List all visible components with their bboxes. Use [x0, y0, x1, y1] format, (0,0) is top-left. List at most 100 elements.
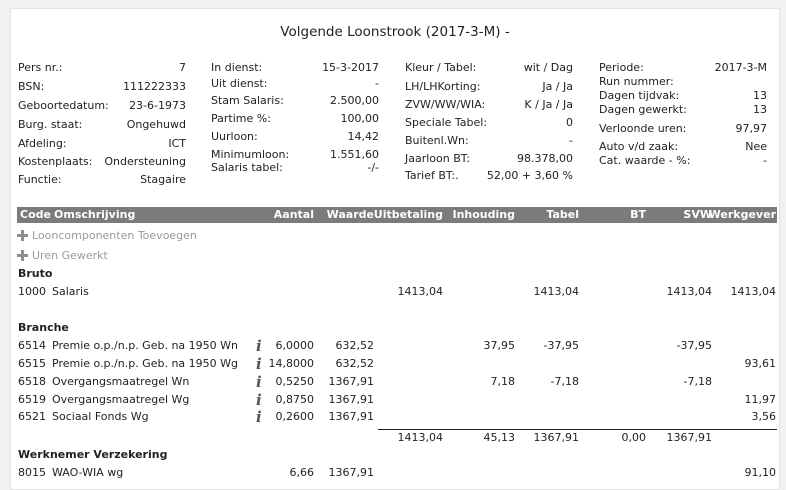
info-row: ZVW/WW/WIA: K / Ja / Ja: [405, 98, 573, 116]
info-value: Ondersteuning: [104, 155, 186, 168]
cell-code: 6514: [18, 339, 46, 352]
tax-info: Kleur / Tabel: wit / Dag LH/LHKorting: Ja …: [405, 61, 573, 186]
info-label: Run nummer:: [599, 75, 674, 88]
cell-waarde: 1367,91: [328, 393, 375, 406]
info-row: Functie: Stagaire: [18, 173, 186, 191]
info-row: Jaarloon BT: 98.378,00: [405, 152, 573, 169]
hours-worked-button[interactable]: Uren Gewerkt: [17, 249, 108, 262]
cell-omschrijving: Overgangsmaatregel Wn: [52, 375, 190, 388]
info-row: Uit dienst: -: [211, 77, 379, 94]
table-row[interactable]: 6521 Sociaal Fonds Wg i 0,2600 1367,91 3…: [17, 410, 777, 426]
info-icon[interactable]: i: [256, 357, 262, 372]
table-row[interactable]: 6519 Overgangsmaatregel Wg i 0,8750 1367…: [17, 393, 777, 409]
info-label: Stam Salaris:: [211, 94, 284, 107]
info-label: Dagen tijdvak:: [599, 89, 680, 102]
info-label: Uit dienst:: [211, 77, 268, 90]
info-row: Uurloon: 14,42: [211, 130, 379, 148]
info-label: Auto v/d zaak:: [599, 140, 679, 153]
info-value: 7: [179, 61, 186, 74]
cell-uitbetaling: 1413,04: [397, 285, 444, 298]
info-value: 2017-3-M: [714, 61, 767, 74]
info-label: LH/LHKorting:: [405, 80, 481, 93]
cell-code: 6518: [18, 375, 46, 388]
info-value: 0: [566, 116, 573, 129]
cell-aantal: 6,66: [289, 466, 315, 479]
cell-tabel: -7,18: [550, 375, 579, 388]
cell-omschrijving: Premie o.p./n.p. Geb. na 1950 Wn: [52, 339, 239, 352]
section-werknemer-verzekering: Werknemer Verzekering: [18, 448, 168, 461]
info-label: Periode:: [599, 61, 644, 74]
info-row: Dagen gewerkt: 13: [599, 103, 767, 122]
info-value: 52,00 + 3,60 %: [486, 169, 573, 182]
cell-werkgever: 91,10: [744, 466, 777, 479]
col-header-uitbetaling[interactable]: Uitbetaling: [374, 208, 443, 221]
employee-info: Pers nr.: 7 BSN: 111222333 Geboortedatum: 2…: [18, 61, 186, 191]
info-label: Salaris tabel:: [211, 161, 283, 174]
info-label: Speciale Tabel:: [405, 116, 488, 129]
col-header-code[interactable]: Code: [20, 208, 51, 221]
total-uitbetaling: 1413,04: [397, 431, 444, 444]
info-label: Verloonde uren:: [599, 122, 687, 135]
col-header-waarde[interactable]: Waarde: [327, 208, 374, 221]
info-icon[interactable]: i: [256, 410, 262, 425]
col-header-aantal[interactable]: Aantal: [274, 208, 314, 221]
info-value: Stagaire: [140, 173, 186, 186]
cell-tabel: 1413,04: [533, 285, 580, 298]
info-label: Partime %:: [211, 112, 271, 125]
info-row: Stam Salaris: 2.500,00: [211, 94, 379, 112]
col-header-inhouding[interactable]: Inhouding: [453, 208, 516, 221]
info-value: 23-6-1973: [129, 99, 186, 112]
cell-aantal: 6,0000: [275, 339, 315, 352]
info-row: In dienst: 15-3-2017: [211, 61, 379, 77]
info-label: Afdeling:: [18, 137, 67, 150]
info-value: Ongehuwd: [126, 118, 186, 131]
cell-omschrijving: Overgangsmaatregel Wg: [52, 393, 190, 406]
total-bt: 0,00: [621, 431, 647, 444]
cell-waarde: 1367,91: [328, 375, 375, 388]
totals-row: 1413,04 45,13 1367,91 0,00 1367,91: [17, 431, 777, 447]
employment-info: In dienst: 15-3-2017 Uit dienst: - Stam Sa…: [211, 61, 379, 177]
info-row: Partime %: 100,00: [211, 112, 379, 130]
total-inhouding: 45,13: [483, 431, 516, 444]
info-row: Speciale Tabel: 0: [405, 116, 573, 134]
table-row[interactable]: 6515 Premie o.p./n.p. Geb. na 1950 Wg i …: [17, 357, 777, 373]
cell-werkgever: 1413,04: [730, 285, 777, 298]
info-label: Burg. staat:: [18, 118, 83, 131]
info-value: 13: [753, 89, 767, 102]
info-value: Nee: [745, 140, 767, 153]
info-icon[interactable]: i: [256, 393, 262, 408]
info-row: Burg. staat: Ongehuwd: [18, 118, 186, 137]
info-icon[interactable]: i: [256, 375, 262, 390]
info-row: Pers nr.: 7: [18, 61, 186, 80]
info-row: Geboortedatum: 23-6-1973: [18, 99, 186, 118]
info-label: Dagen gewerkt:: [599, 103, 687, 116]
info-label: Tarief BT:.: [405, 169, 459, 182]
info-label: Minimumloon:: [211, 148, 290, 161]
col-header-werkgever[interactable]: Werkgever: [709, 208, 776, 221]
plus-icon: [17, 230, 28, 241]
info-row: Minimumloon: 1.551,60: [211, 148, 379, 161]
col-header-omschrijving[interactable]: Omschrijving: [54, 208, 135, 221]
table-row[interactable]: 6514 Premie o.p./n.p. Geb. na 1950 Wn i …: [17, 339, 777, 355]
cell-omschrijving: Sociaal Fonds Wg: [52, 410, 149, 423]
table-row[interactable]: 1000 Salaris 1413,04 1413,04 1413,04 141…: [17, 285, 777, 301]
info-value: -: [763, 154, 767, 167]
info-label: Jaarloon BT:: [405, 152, 470, 165]
cell-werkgever: 11,97: [744, 393, 777, 406]
info-icon[interactable]: i: [256, 339, 262, 354]
cell-svw: -37,95: [676, 339, 712, 352]
table-row[interactable]: 8015 WAO-WIA wg 6,66 1367,91 91,10: [17, 466, 777, 482]
info-label: BSN:: [18, 80, 45, 93]
cell-svw: 1413,04: [666, 285, 713, 298]
cell-aantal: 0,2600: [275, 410, 315, 423]
table-row[interactable]: 6518 Overgangsmaatregel Wn i 0,5250 1367…: [17, 375, 777, 391]
col-header-bt[interactable]: BT: [630, 208, 646, 221]
info-value: 2.500,00: [330, 94, 379, 107]
info-label: In dienst:: [211, 61, 263, 74]
info-value: 13: [753, 103, 767, 116]
cell-omschrijving: Premie o.p./n.p. Geb. na 1950 Wg: [52, 357, 239, 370]
total-svw: 1367,91: [666, 431, 713, 444]
add-components-button[interactable]: Looncomponenten Toevoegen: [17, 229, 197, 242]
info-label: ZVW/WW/WIA:: [405, 98, 486, 111]
col-header-tabel[interactable]: Tabel: [546, 208, 579, 221]
